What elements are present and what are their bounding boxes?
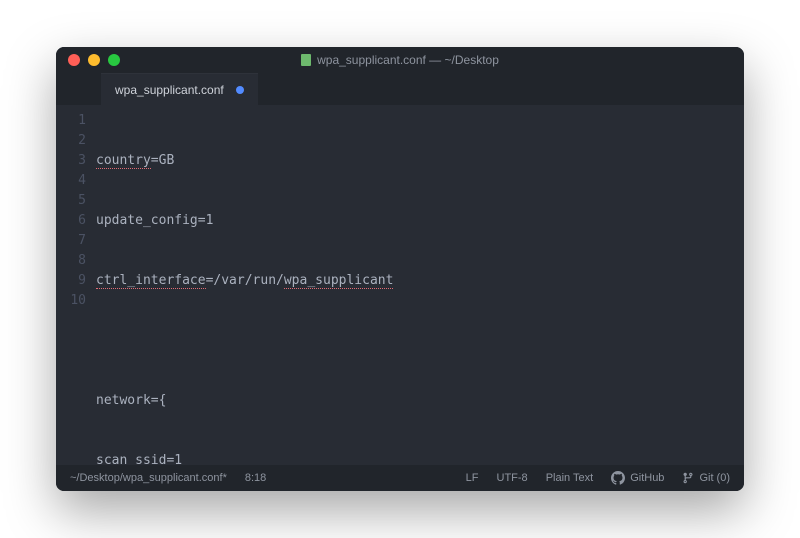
line-number: 2: [56, 131, 96, 151]
status-left: ~/Desktop/wpa_supplicant.conf* 8:18: [70, 472, 266, 484]
line-number: 4: [56, 171, 96, 191]
maximize-window-button[interactable]: [108, 54, 120, 66]
status-encoding[interactable]: UTF-8: [497, 472, 528, 484]
github-icon: [611, 471, 625, 485]
line-number: 7: [56, 231, 96, 251]
status-github[interactable]: GitHub: [611, 471, 664, 485]
code-line: update_config=1: [96, 211, 744, 231]
status-cursor-position[interactable]: 8:18: [245, 472, 266, 484]
line-number: 9: [56, 271, 96, 291]
code-line: [96, 331, 744, 351]
tabbar: wpa_supplicant.conf: [56, 73, 744, 105]
editor-area: 1 2 3 4 5 6 7 8 9 10 country=GB update_c…: [56, 105, 744, 465]
line-number: 10: [56, 291, 96, 311]
status-github-label: GitHub: [630, 472, 664, 484]
line-number: 1: [56, 111, 96, 131]
tab-active[interactable]: wpa_supplicant.conf: [101, 73, 258, 105]
status-grammar[interactable]: Plain Text: [546, 472, 594, 484]
titlebar[interactable]: wpa_supplicant.conf — ~/Desktop: [56, 47, 744, 73]
code-line: scan_ssid=1: [96, 451, 744, 465]
traffic-lights: [56, 54, 120, 66]
modified-indicator-icon: [236, 86, 244, 94]
code-line: country=GB: [96, 151, 744, 171]
code-line: ctrl_interface=/var/run/wpa_supplicant: [96, 271, 744, 291]
file-icon: [301, 54, 311, 66]
minimize-window-button[interactable]: [88, 54, 100, 66]
status-line-ending[interactable]: LF: [466, 472, 479, 484]
line-number-gutter[interactable]: 1 2 3 4 5 6 7 8 9 10: [56, 105, 96, 465]
status-git-label: Git (0): [699, 472, 730, 484]
status-git[interactable]: Git (0): [682, 471, 730, 485]
code-content[interactable]: country=GB update_config=1 ctrl_interfac…: [96, 105, 744, 465]
editor-window: wpa_supplicant.conf — ~/Desktop wpa_supp…: [56, 47, 744, 491]
code-line: network={: [96, 391, 744, 411]
tab-label: wpa_supplicant.conf: [115, 83, 224, 97]
window-title-text: wpa_supplicant.conf — ~/Desktop: [317, 53, 499, 67]
status-right: LF UTF-8 Plain Text GitHub Git (0): [466, 471, 730, 485]
git-branch-icon: [682, 471, 694, 485]
close-window-button[interactable]: [68, 54, 80, 66]
line-number: 5: [56, 191, 96, 211]
window-title: wpa_supplicant.conf — ~/Desktop: [56, 53, 744, 67]
line-number: 3: [56, 151, 96, 171]
statusbar: ~/Desktop/wpa_supplicant.conf* 8:18 LF U…: [56, 465, 744, 491]
line-number: 6: [56, 211, 96, 231]
status-file-path[interactable]: ~/Desktop/wpa_supplicant.conf*: [70, 472, 227, 484]
line-number: 8: [56, 251, 96, 271]
